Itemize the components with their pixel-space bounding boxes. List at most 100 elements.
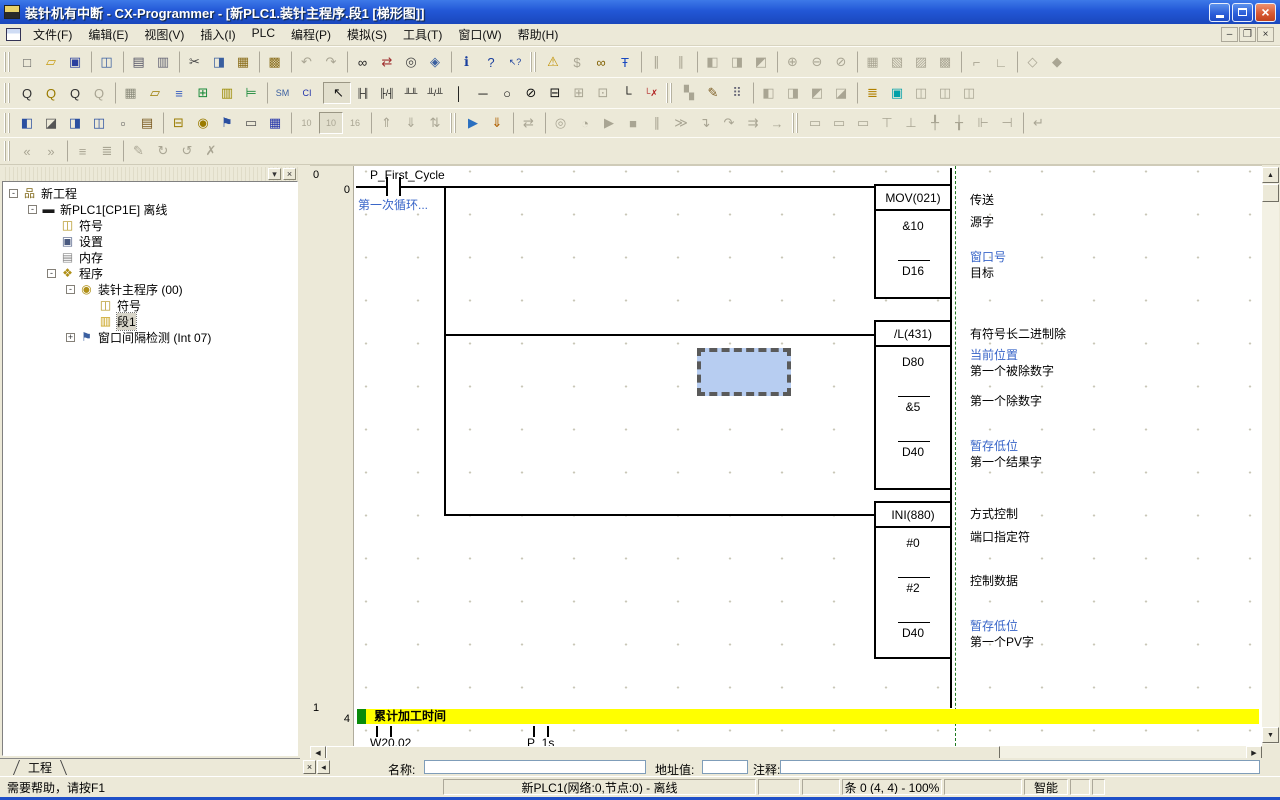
memory-window-button[interactable]: ▦ xyxy=(857,51,885,73)
toolbar-grip[interactable] xyxy=(4,52,12,72)
data-trace-button[interactable]: ▨ xyxy=(909,51,933,73)
tree-item-programs[interactable]: - 程序 xyxy=(3,265,297,281)
tree-item-plc[interactable]: - 新PLC1[CP1E] 离线 xyxy=(3,201,297,217)
tree-toggle[interactable]: + xyxy=(66,333,75,342)
section-list-button[interactable]: ⚑ xyxy=(215,112,239,134)
comment-list2-button[interactable]: ≡ xyxy=(67,140,95,162)
rung-comment-button[interactable]: ▱ xyxy=(143,82,167,104)
transfer-to-simulator-button[interactable]: ⇓ xyxy=(485,112,509,134)
continuous-step-button[interactable]: ⇉ xyxy=(741,112,765,134)
symbol-list-button[interactable]: ≣ xyxy=(95,140,119,162)
compile-button[interactable]: ⚠ xyxy=(541,51,565,73)
grid-toggle-button[interactable]: ▦ xyxy=(115,82,143,104)
scroll-up-icon[interactable] xyxy=(1262,167,1279,183)
find-address-button[interactable]: ◎ xyxy=(399,51,423,73)
profile-button[interactable]: ∟ xyxy=(989,51,1013,73)
close-button[interactable] xyxy=(1255,3,1276,22)
transfer-program-button[interactable]: ⇄ xyxy=(513,112,541,134)
set-reset-button[interactable]: ⊩ xyxy=(971,112,995,134)
mdi-close-button[interactable]: × xyxy=(1257,27,1274,42)
hex-button[interactable]: 16 xyxy=(343,112,367,134)
move-bits-button[interactable]: ◨ xyxy=(725,51,749,73)
tree-toggle[interactable]: - xyxy=(28,205,37,214)
compile-plc-button[interactable]: Ŧ xyxy=(613,51,637,73)
run-button[interactable]: ▶ xyxy=(597,112,621,134)
toggle-output-window-button[interactable]: ◪ xyxy=(39,112,63,134)
instruction-operand[interactable]: &10 xyxy=(876,219,950,233)
restore-button[interactable] xyxy=(1232,3,1253,22)
document-icon[interactable] xyxy=(6,28,21,41)
step-over-button[interactable]: ↷ xyxy=(717,112,741,134)
menu-insert[interactable]: 插入(I) xyxy=(192,24,243,45)
pause-button[interactable]: ∥ xyxy=(641,51,669,73)
horizontal-scroll-thumb[interactable] xyxy=(326,746,1000,758)
new-coil-button[interactable]: ○ xyxy=(495,82,519,104)
clear-marks-button[interactable]: ✗ xyxy=(199,140,223,162)
cell-selection[interactable] xyxy=(697,348,791,396)
undo-button[interactable]: ↶ xyxy=(291,51,319,73)
work-online-simulator-button[interactable]: ▶ xyxy=(461,112,485,134)
tree-item-settings[interactable]: 设置 xyxy=(3,233,297,249)
instruction-operand[interactable]: #2 xyxy=(876,581,950,595)
cross-reference-button[interactable]: CI xyxy=(295,82,319,104)
project-tab[interactable]: 工程 xyxy=(14,760,66,776)
delete-column-button[interactable]: ◪ xyxy=(829,82,853,104)
monitor-window-button[interactable]: ◫ xyxy=(909,82,933,104)
help-button[interactable]: ? xyxy=(479,51,503,73)
diff-monitor-button[interactable]: ◫ xyxy=(933,82,957,104)
go-to-previous-address-button[interactable]: ↺ xyxy=(175,140,199,162)
tree-item-main-program[interactable]: - 装针主程序 (00) xyxy=(3,281,297,297)
force-cancel-button[interactable]: ⊘ xyxy=(829,51,853,73)
new-button[interactable]: □ xyxy=(15,51,39,73)
instruction-block-mov[interactable]: MOV(021) &10 D16 xyxy=(874,184,952,299)
open-button[interactable]: ▱ xyxy=(39,51,63,73)
copy-bits-button[interactable]: ◧ xyxy=(697,51,725,73)
dialog-button[interactable]: ▭ xyxy=(239,112,263,134)
previous-reference-button[interactable]: « xyxy=(15,140,39,162)
io-table-button[interactable]: ▦ xyxy=(263,112,287,134)
menu-edit[interactable]: 编辑(E) xyxy=(80,24,136,45)
delete-line-button[interactable]: └✗ xyxy=(639,82,663,104)
menu-window[interactable]: 窗口(W) xyxy=(450,24,509,45)
tree-item-memory[interactable]: 内存 xyxy=(3,249,297,265)
force-off-button[interactable]: ⊖ xyxy=(805,51,829,73)
instruction-operand[interactable]: D40 xyxy=(876,445,950,459)
mdi-minimize-button[interactable]: – xyxy=(1221,27,1238,42)
send-changes-button[interactable]: ◇ xyxy=(1017,51,1045,73)
pause-mode-button[interactable]: ∥ xyxy=(645,112,669,134)
instruction-operand[interactable]: #0 xyxy=(876,536,950,550)
comment-field[interactable] xyxy=(780,760,1260,774)
delete-row-button[interactable]: ◩ xyxy=(805,82,829,104)
find-warning-button[interactable]: ∞ xyxy=(589,51,613,73)
minimize-button[interactable] xyxy=(1209,3,1230,22)
address-reference-button[interactable]: ≣ xyxy=(857,82,885,104)
toggle-watch-window-button[interactable]: ◨ xyxy=(63,112,87,134)
horizontal-line-button[interactable]: ─ xyxy=(471,82,495,104)
cut-button[interactable]: ✂ xyxy=(179,51,207,73)
context-help-button[interactable]: ↖? xyxy=(503,51,527,73)
instruction-block-ini[interactable]: INI(880) #0 #2 D40 xyxy=(874,501,952,659)
toolbar-grip[interactable] xyxy=(792,113,800,133)
redo-button[interactable]: ↷ xyxy=(319,51,343,73)
new-closed-coil-button[interactable]: ⊘ xyxy=(519,82,543,104)
go-to-next-address-button[interactable]: ↻ xyxy=(151,140,175,162)
select-tool-button[interactable]: ↖ xyxy=(323,82,351,104)
zoom-fit-button[interactable]: Q xyxy=(87,82,111,104)
decimal-button[interactable]: 10 xyxy=(291,112,319,134)
falling-edge-button[interactable]: ╁ xyxy=(947,112,971,134)
panel-grip[interactable]: ▾ × xyxy=(2,167,298,181)
force-bit-button[interactable]: ▭ xyxy=(827,112,851,134)
copy-button[interactable]: ◨ xyxy=(207,51,231,73)
scroll-right-icon[interactable] xyxy=(1246,746,1262,758)
tree-item-program-symbols[interactable]: 符号 xyxy=(3,297,297,313)
vertical-scrollbar[interactable] xyxy=(1262,167,1279,744)
step-run-button[interactable]: ≫ xyxy=(669,112,693,134)
new-or-closed-contact-button[interactable]: ╨/╨ xyxy=(423,82,447,104)
mdi-restore-button[interactable]: ❐ xyxy=(1239,27,1256,42)
tree-item-symbols[interactable]: 符号 xyxy=(3,217,297,233)
properties-button[interactable]: ▤ xyxy=(135,112,159,134)
force-on-button[interactable]: ⊕ xyxy=(777,51,805,73)
instruction-block-div[interactable]: /L(431) D80 &5 D40 xyxy=(874,320,952,490)
tree-toggle[interactable]: - xyxy=(47,269,56,278)
insert-section-button[interactable]: ◉ xyxy=(191,112,215,134)
